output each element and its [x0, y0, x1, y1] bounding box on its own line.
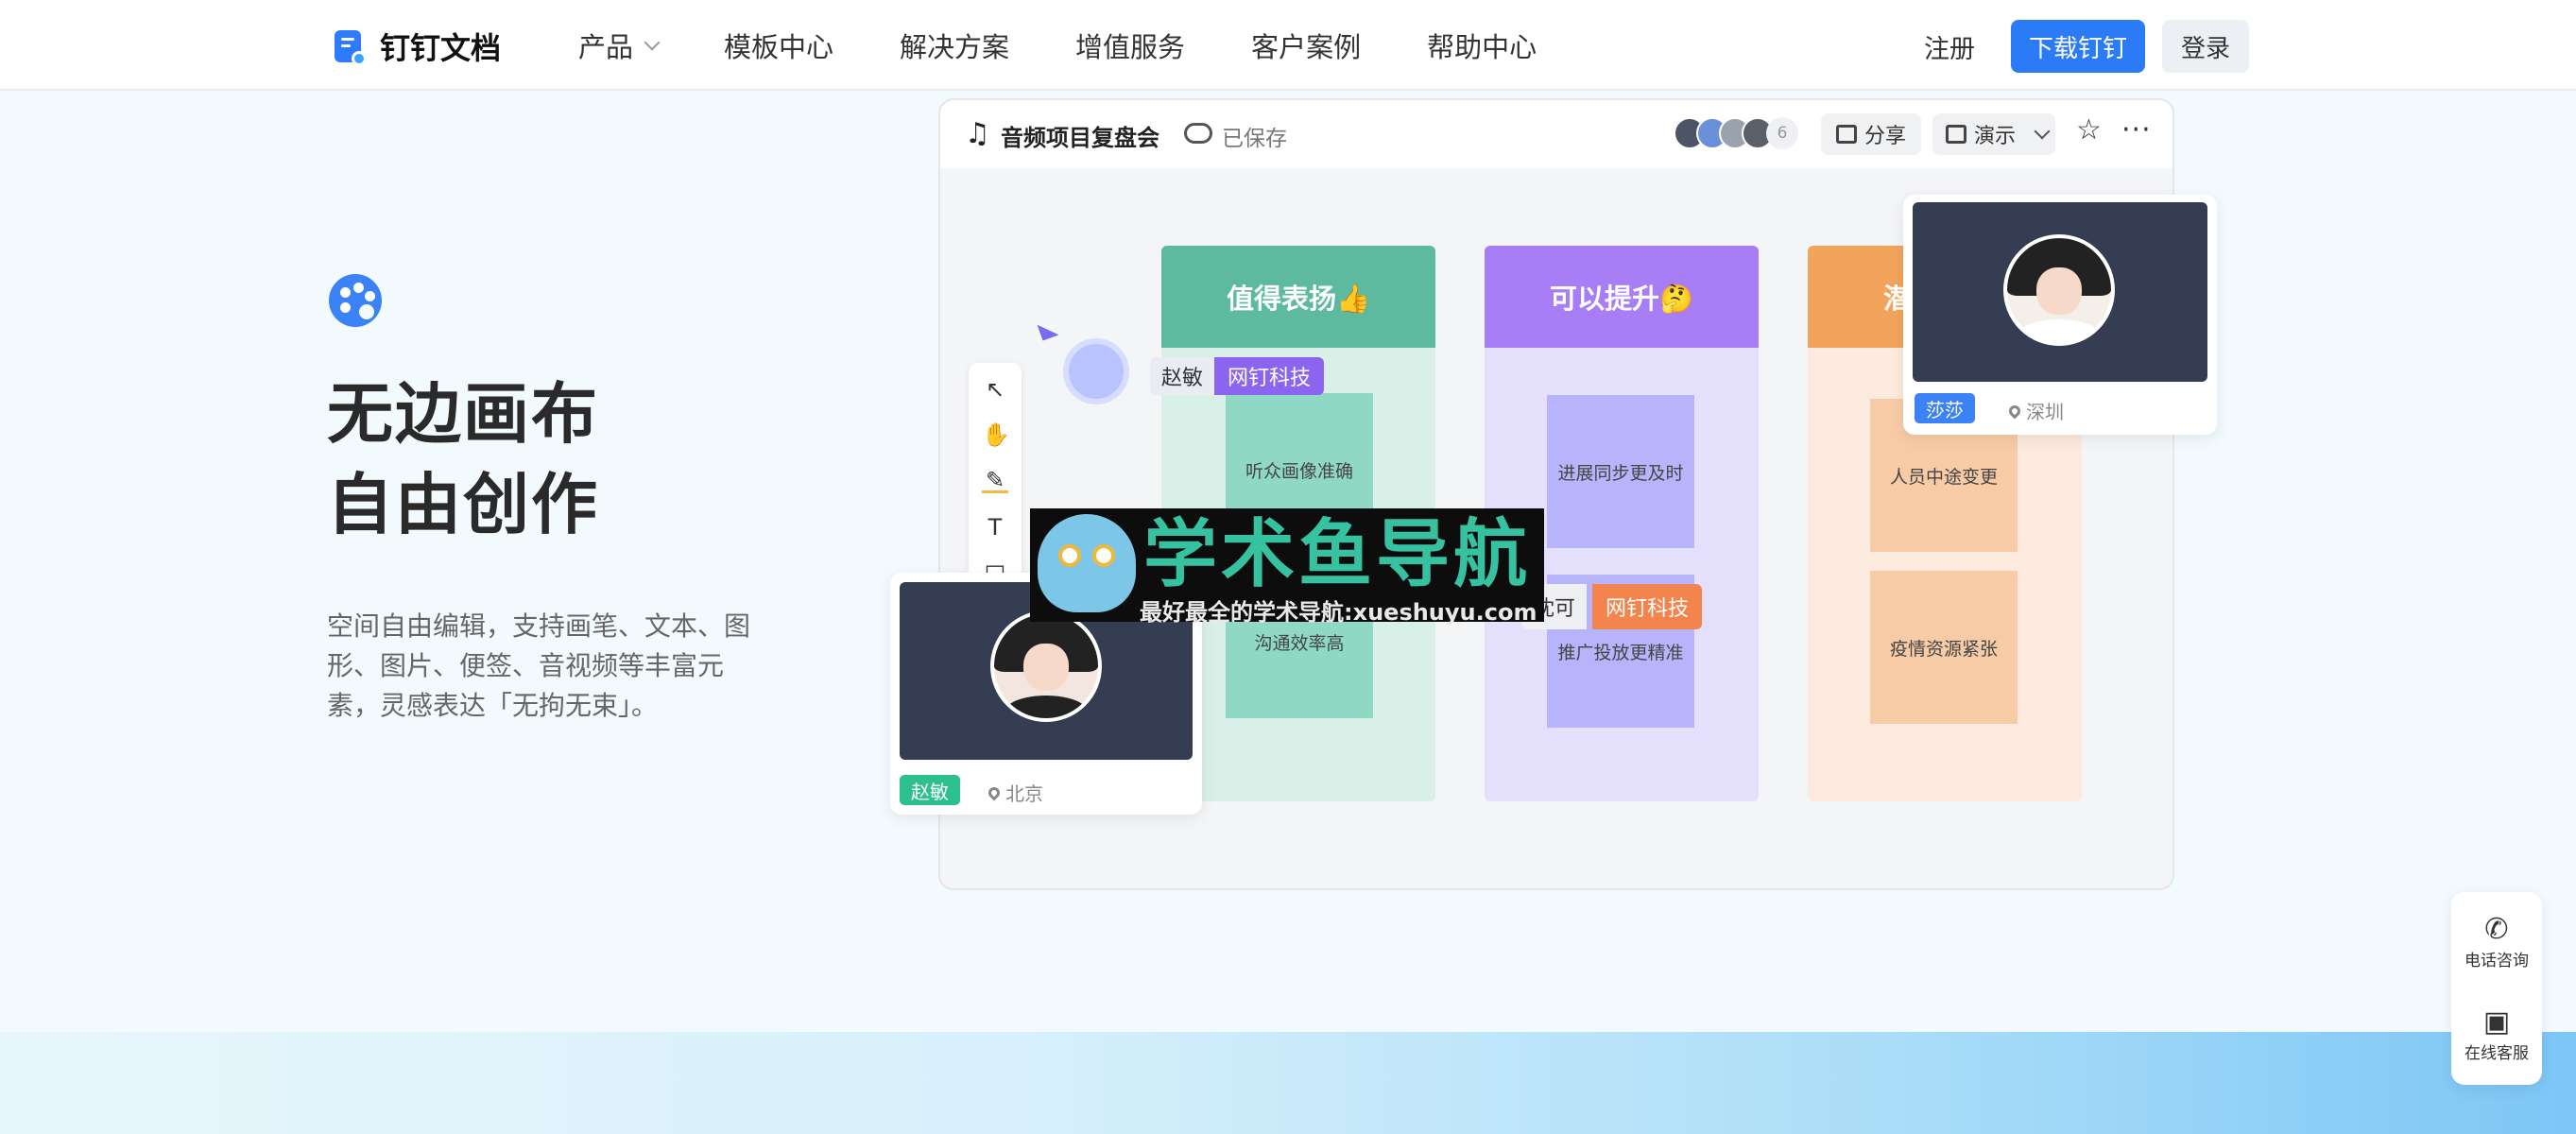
palette-icon: [329, 274, 382, 327]
menu-item-label: 增值服务: [1075, 31, 1186, 63]
dingtalk-docs-logo-icon: [333, 26, 367, 66]
more-icon[interactable]: ···: [2121, 113, 2152, 146]
download-button[interactable]: 下载钉钉: [2011, 20, 2145, 73]
chevron-down-icon[interactable]: [2034, 123, 2051, 140]
menu-item-solutions[interactable]: 解决方案: [900, 26, 1009, 65]
hand-icon[interactable]: ✋: [982, 421, 1010, 448]
phone-icon: ✆: [2484, 913, 2509, 946]
participant-location: 北京: [986, 779, 1043, 806]
watermark-banner: 学术鱼导航 最好最全的学术导航:xueshuyu.com: [1030, 508, 1544, 626]
avatar: [2003, 234, 2115, 346]
hero-description: 空间自由编辑，支持画笔、文本、图形、图片、便签、音视频等丰富元素，灵感表达「无拘…: [327, 610, 751, 721]
share-button[interactable]: 分享: [1821, 113, 1921, 155]
register-link[interactable]: 注册: [1924, 28, 1975, 65]
phone-consult-label: 电话咨询: [2464, 952, 2529, 971]
menu-item-label: 模板中心: [724, 31, 834, 63]
hero-title: 无边画布 自由创作: [327, 369, 599, 550]
octopus-logo-icon: [1038, 514, 1136, 612]
cursor-name-tag: 赵敏: [1150, 357, 1215, 395]
share-label: 分享: [1863, 125, 1906, 148]
select-arrow-icon[interactable]: ↖: [982, 376, 1008, 403]
bottom-band: [0, 1032, 2576, 1134]
menu-item-label: 产品: [578, 31, 634, 63]
video-screen: [1913, 202, 2207, 382]
watermark-title-text: 学术鱼导航: [1143, 512, 1532, 597]
phone-consult-button[interactable]: ✆ 电话咨询: [2451, 913, 2542, 971]
participant-name-tag: 赵敏: [900, 775, 960, 805]
participant-name-tag: 莎莎: [1915, 393, 1975, 423]
column-title: 值得表扬👍: [1161, 246, 1435, 348]
saved-status: 已保存: [1222, 127, 1287, 151]
location-pin-icon: [986, 784, 1003, 800]
menu-item-help[interactable]: 帮助中心: [1427, 26, 1537, 65]
main-menu: 产品 模板中心 解决方案 增值服务 客户案例 帮助中心: [578, 0, 1603, 91]
column-title: 可以提升🤔: [1485, 246, 1759, 348]
avatar: [990, 610, 1102, 722]
location-label: 深圳: [2026, 401, 2064, 423]
chevron-down-icon: [644, 34, 661, 51]
participant-location: 深圳: [2006, 397, 2064, 424]
text-icon[interactable]: T: [982, 514, 1008, 541]
cursor-org-tag: 网钉科技: [1592, 584, 1703, 629]
sticky-note[interactable]: 疫情资源紧张: [1870, 571, 2018, 724]
chat-icon: ▣: [2482, 1005, 2511, 1039]
menu-item-cases[interactable]: 客户案例: [1251, 26, 1361, 65]
cursor-icon: [1037, 318, 1059, 341]
pen-icon[interactable]: ✎: [982, 467, 1008, 493]
music-note-icon: ♫: [965, 117, 990, 150]
logo-text: 钉钉文档: [380, 30, 502, 66]
doc-title[interactable]: 音频项目复盘会: [1001, 119, 1159, 152]
watermark-subtitle: 最好最全的学术导航:xueshuyu.com: [1140, 599, 1537, 626]
star-icon[interactable]: ☆: [2076, 113, 2102, 146]
collaborator-avatars[interactable]: 6: [1674, 117, 1798, 149]
menu-item-products[interactable]: 产品: [578, 26, 661, 65]
present-icon: [1946, 125, 1966, 144]
avatar: [1063, 338, 1129, 404]
location-pin-icon: [2006, 403, 2023, 419]
menu-item-label: 帮助中心: [1427, 31, 1537, 63]
cursor-org-tag: 网钉科技: [1214, 357, 1325, 395]
video-card[interactable]: 莎莎 深圳: [1903, 195, 2217, 435]
menu-item-label: 客户案例: [1251, 31, 1362, 63]
watermark-title: 学术鱼导航: [1143, 514, 1531, 595]
online-service-label: 在线客服: [2464, 1044, 2529, 1063]
floating-help-panel: ✆ 电话咨询 ▣ 在线客服: [2451, 892, 2542, 1085]
present-button[interactable]: 演示: [1932, 113, 2055, 155]
menu-item-value-added[interactable]: 增值服务: [1075, 26, 1185, 65]
online-service-button[interactable]: ▣ 在线客服: [2451, 1005, 2542, 1063]
login-button[interactable]: 登录: [2162, 20, 2249, 73]
share-icon: [1835, 125, 1857, 144]
logo[interactable]: 钉钉文档: [333, 25, 501, 68]
sticky-note[interactable]: 进展同步更及时: [1547, 395, 1694, 548]
menu-item-templates[interactable]: 模板中心: [724, 26, 833, 65]
hero-title-line: 自由创作: [327, 466, 599, 543]
doc-titlebar: ♫ 音频项目复盘会 已保存 6 分享 演示 ☆ ···: [940, 100, 2172, 168]
menu-item-label: 解决方案: [900, 31, 1010, 63]
location-label: 北京: [1005, 782, 1043, 805]
top-nav: 钉钉文档 产品 模板中心 解决方案 增值服务 客户案例 帮助中心 注册 下载钉钉…: [0, 0, 2576, 91]
present-label: 演示: [1974, 125, 2017, 148]
hero-title-line: 无边画布: [327, 375, 599, 453]
cloud-saved-icon: [1184, 123, 1212, 144]
collaborator-count: 6: [1766, 117, 1798, 149]
canvas-toolbar: ↖ ✋ ✎ T ◱: [969, 363, 1022, 586]
